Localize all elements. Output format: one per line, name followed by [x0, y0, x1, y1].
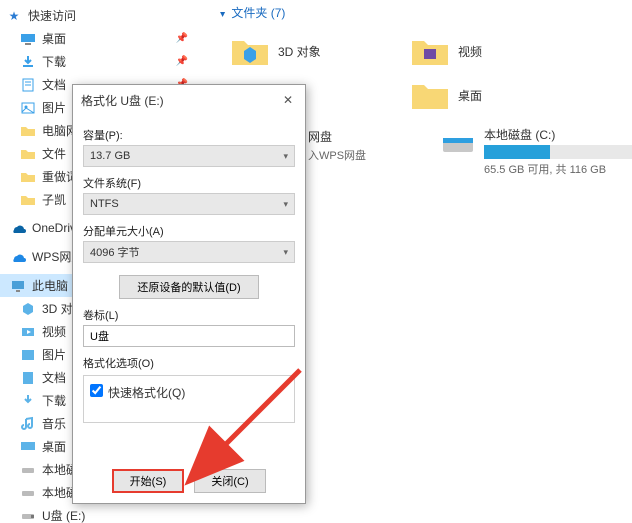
capacity-combobox[interactable]: 13.7 GB ▾: [83, 145, 295, 167]
sidebar-item-desktop[interactable]: 桌面 📌: [0, 27, 200, 50]
pictures-icon: [20, 100, 36, 116]
restore-defaults-button[interactable]: 还原设备的默认值(D): [119, 275, 259, 299]
format-options-label: 格式化选项(O): [83, 355, 295, 371]
volume-label-label: 卷标(L): [83, 307, 295, 323]
wps-partial-label: 网盘 入WPS网盘: [308, 128, 366, 163]
start-button[interactable]: 开始(S): [112, 469, 184, 493]
chevron-down-icon: ▾: [283, 247, 288, 258]
folder-label: 视频: [458, 43, 482, 60]
sidebar-pc-usb[interactable]: U盘 (E:): [0, 504, 200, 523]
allocation-combobox[interactable]: 4096 字节 ▾: [83, 241, 295, 263]
desktop-icon: [20, 31, 36, 47]
chevron-down-icon: ▾: [283, 199, 288, 210]
disk-label: 本地磁盘 (C:): [484, 126, 632, 143]
sidebar-item-label: 桌面: [42, 438, 66, 455]
group-header-folders[interactable]: ▸ 文件夹 (7): [210, 0, 622, 25]
folder-item-3d[interactable]: 3D 对象: [224, 29, 404, 73]
quick-access-root[interactable]: ★ 快速访问: [0, 4, 200, 27]
folder-item-video[interactable]: 视频: [404, 29, 584, 73]
capacity-label: 容量(P):: [83, 127, 295, 143]
disk-item-c[interactable]: 本地磁盘 (C:) 65.5 GB 可用, 共 116 GB: [434, 120, 632, 183]
filesystem-value: NTFS: [90, 198, 283, 210]
3d-icon: [20, 301, 36, 317]
download-icon: [20, 54, 36, 70]
chevron-down-icon: ▸: [217, 12, 228, 17]
disk-icon: [440, 126, 476, 162]
sidebar-item-downloads[interactable]: 下载 📌: [0, 50, 200, 73]
folder-label: 桌面: [458, 87, 482, 104]
music-icon: [20, 416, 36, 432]
desktop-icon: [20, 439, 36, 455]
this-pc-icon: [10, 278, 26, 294]
video-icon: [20, 324, 36, 340]
disk-detail: 65.5 GB 可用, 共 116 GB: [484, 161, 632, 177]
chevron-down-icon: ▾: [283, 151, 288, 162]
disk-icon: [20, 485, 36, 501]
folder-video-icon: [410, 35, 450, 67]
quick-format-checkbox[interactable]: [90, 384, 103, 397]
folder-3d-icon: [230, 35, 270, 67]
quick-format-label: 快速格式化(Q): [108, 384, 185, 401]
sidebar-item-label: 文件: [42, 145, 66, 162]
sidebar-item-label: 音乐: [42, 415, 66, 432]
folder-icon: [20, 146, 36, 162]
capacity-value: 13.7 GB: [90, 150, 283, 162]
filesystem-label: 文件系统(F): [83, 175, 295, 191]
folder-item-desktop[interactable]: 桌面: [404, 73, 584, 117]
folder-desktop-icon: [410, 79, 450, 111]
pin-icon: 📌: [176, 33, 188, 44]
sidebar-item-label: U盘 (E:): [42, 507, 85, 523]
docs-icon: [20, 77, 36, 93]
filesystem-combobox[interactable]: NTFS ▾: [83, 193, 295, 215]
folder-label: 3D 对象: [278, 43, 321, 60]
docs-icon: [20, 370, 36, 386]
sidebar-item-label: 文档: [42, 76, 66, 93]
onedrive-icon: [10, 220, 26, 236]
sidebar-item-label: 桌面: [42, 30, 66, 47]
sidebar-item-label: 文档: [42, 369, 66, 386]
volume-label-input[interactable]: [83, 325, 295, 347]
sidebar-item-label: 此电脑: [32, 277, 68, 294]
pin-icon: 📌: [176, 56, 188, 67]
quick-access-label: 快速访问: [28, 7, 76, 24]
star-icon: ★: [6, 8, 22, 24]
folder-icon: [20, 169, 36, 185]
allocation-label: 分配单元大小(A): [83, 223, 295, 239]
disk-usage-bar: [484, 145, 632, 159]
group-label: 文件夹 (7): [231, 6, 285, 20]
sidebar-item-label: 下载: [42, 53, 66, 70]
format-dialog: 格式化 U盘 (E:) ✕ 容量(P): 13.7 GB ▾ 文件系统(F) N…: [72, 84, 306, 504]
allocation-value: 4096 字节: [90, 244, 283, 260]
usb-icon: [20, 508, 36, 523]
sidebar-item-label: 子凯: [42, 191, 66, 208]
close-dialog-button[interactable]: 关闭(C): [194, 469, 266, 493]
sidebar-item-label: 下载: [42, 392, 66, 409]
dialog-title: 格式化 U盘 (E:): [81, 92, 164, 109]
disk-icon: [20, 462, 36, 478]
sidebar-item-label: 图片: [42, 99, 66, 116]
download-icon: [20, 393, 36, 409]
close-button[interactable]: ✕: [279, 91, 297, 109]
folder-icon: [20, 123, 36, 139]
pictures-icon: [20, 347, 36, 363]
folder-icon: [20, 192, 36, 208]
sidebar-item-label: 图片: [42, 346, 66, 363]
wps-icon: [10, 249, 26, 265]
sidebar-item-label: 视频: [42, 323, 66, 340]
